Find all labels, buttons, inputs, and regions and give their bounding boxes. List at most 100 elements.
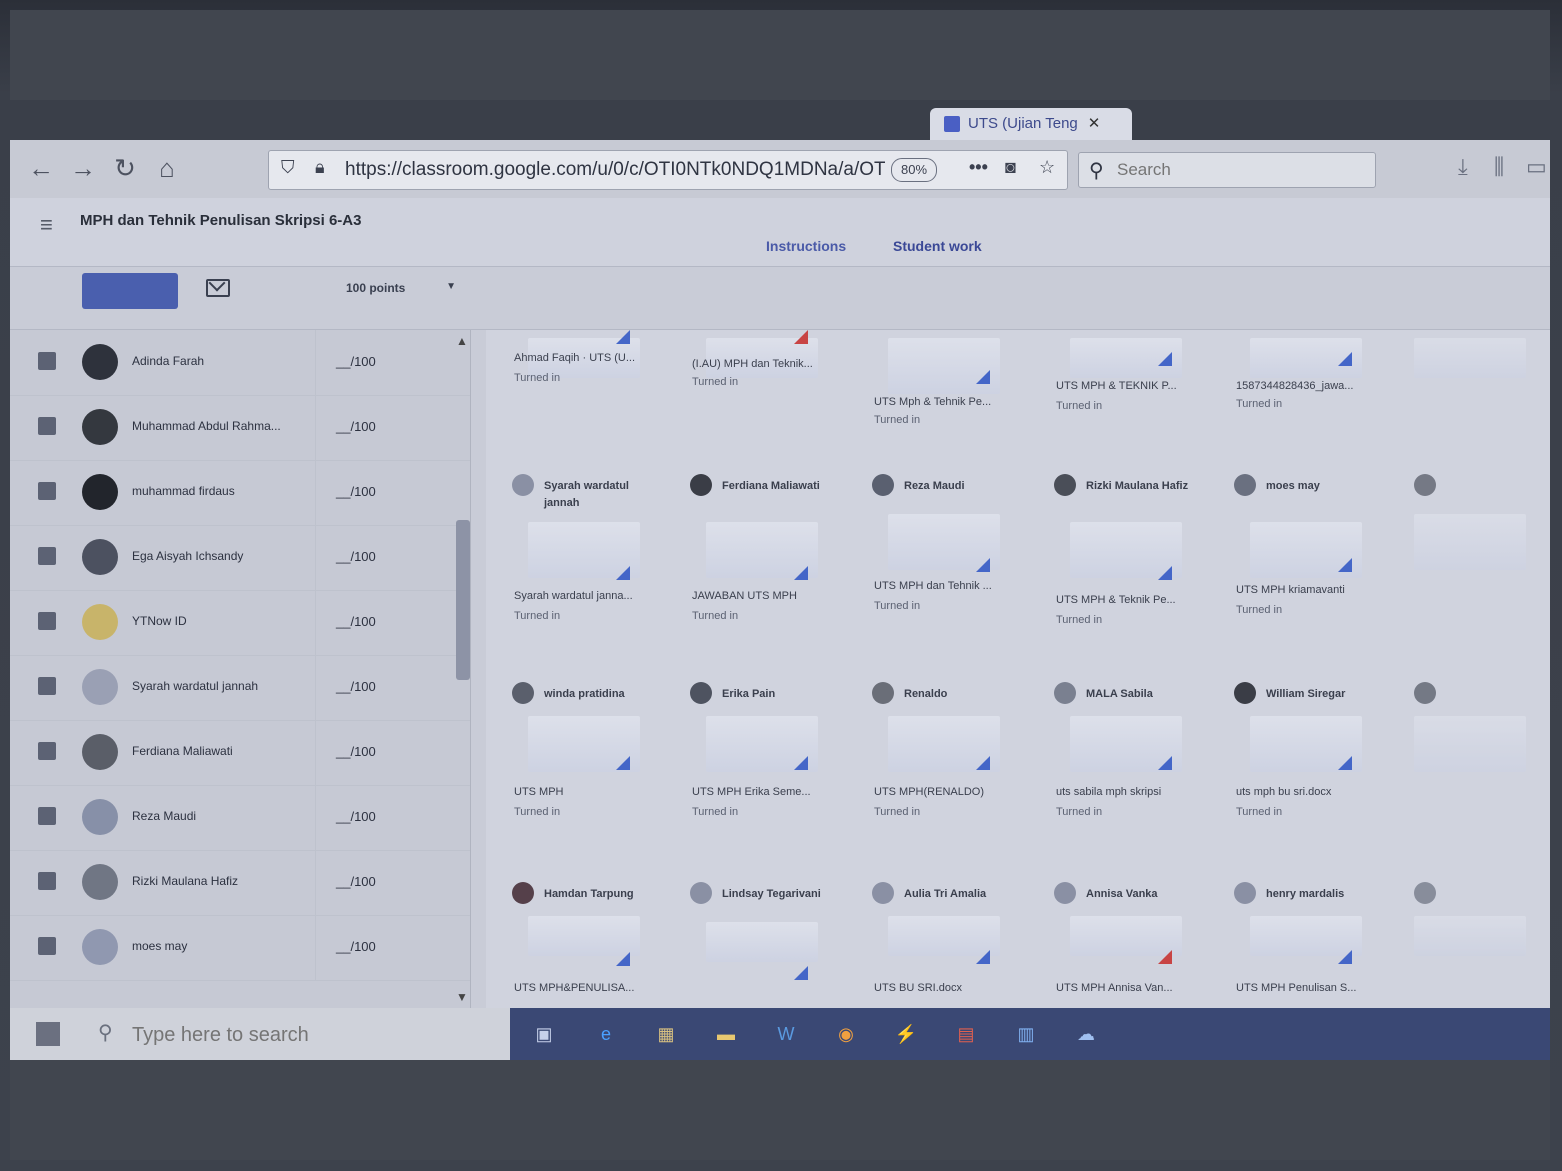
home-icon[interactable]: ⌂ — [150, 152, 184, 186]
reload-icon[interactable]: ↻ — [108, 152, 142, 186]
student-checkbox[interactable] — [38, 352, 56, 370]
file-name[interactable]: UTS MPH Erika Seme... — [692, 786, 840, 798]
file-name[interactable]: 1587344828436_jawa... — [1236, 380, 1384, 392]
student-row[interactable]: Adinda Farah __/100 — [10, 330, 470, 396]
taskbar-search-input[interactable] — [130, 1020, 494, 1050]
file-thumbnail[interactable] — [1414, 514, 1526, 570]
page-actions-icon[interactable]: ••• — [969, 157, 988, 178]
grade-value[interactable]: __/100 — [336, 419, 376, 434]
file-thumbnail[interactable] — [888, 338, 1000, 394]
grade-cell[interactable]: __/100 — [315, 460, 456, 525]
edge-browser-icon[interactable]: e — [592, 1020, 620, 1048]
file-name[interactable]: UTS MPH & TEKNIK P... — [1056, 380, 1204, 392]
file-name[interactable]: uts mph bu sri.docx — [1236, 786, 1384, 798]
student-checkbox[interactable] — [38, 482, 56, 500]
menu-icon[interactable]: ≡ — [40, 212, 53, 238]
file-name[interactable]: UTS MPH Annisa Van... — [1056, 982, 1204, 994]
grade-cell[interactable]: __/100 — [315, 590, 456, 655]
browser-tab[interactable] — [1120, 108, 1368, 140]
file-name[interactable]: UTS MPH(RENALDO) — [874, 786, 1022, 798]
submission-card[interactable]: Renaldo UTS MPH(RENALDO) Turned in — [860, 670, 1028, 852]
pdf-reader-icon[interactable]: ▤ — [952, 1020, 980, 1048]
download-icon[interactable]: ⤓ — [1458, 154, 1468, 180]
student-checkbox[interactable] — [38, 937, 56, 955]
roster-scrollbar[interactable]: ▲ ▼ — [454, 330, 470, 1008]
sidebar-icon[interactable]: ▭ — [1526, 154, 1547, 180]
submission-card[interactable]: MALA Sabila uts sabila mph skripsi Turne… — [1042, 670, 1210, 852]
file-thumbnail[interactable] — [706, 922, 818, 962]
grade-cell[interactable]: __/100 — [315, 330, 456, 395]
submission-card[interactable]: Erika Pain UTS MPH Erika Seme... Turned … — [678, 670, 846, 852]
student-row[interactable]: Syarah wardatul jannah __/100 — [10, 655, 470, 721]
browser-tab-active[interactable]: UTS (Ujian Teng ✕ — [930, 108, 1132, 140]
firefox-icon[interactable]: ◉ — [832, 1020, 860, 1048]
file-explorer-icon[interactable]: ▬ — [712, 1020, 740, 1048]
submission-card[interactable]: Ferdiana Maliawati JAWABAN UTS MPH Turne… — [678, 462, 846, 644]
store-icon[interactable]: ▦ — [652, 1020, 680, 1048]
student-row[interactable]: Rizki Maulana Hafiz __/100 — [10, 850, 470, 916]
student-checkbox[interactable] — [38, 742, 56, 760]
file-name[interactable]: UTS MPH — [514, 786, 662, 798]
student-row[interactable]: Reza Maudi __/100 — [10, 785, 470, 851]
grade-value[interactable]: __/100 — [336, 354, 376, 369]
app-icon[interactable]: ⚡ — [892, 1020, 920, 1048]
file-name[interactable]: UTS Mph & Tehnik Pe... — [874, 396, 1022, 408]
submission-card[interactable] — [1402, 670, 1550, 852]
grade-value[interactable]: __/100 — [336, 744, 376, 759]
file-thumbnail[interactable] — [528, 916, 640, 956]
grade-value[interactable]: __/100 — [336, 484, 376, 499]
cloud-icon[interactable]: ☁ — [1072, 1020, 1100, 1048]
submission-card[interactable] — [1402, 462, 1550, 644]
notes-icon[interactable]: ▥ — [1012, 1020, 1040, 1048]
student-row[interactable]: YTNow ID __/100 — [10, 590, 470, 656]
taskbar-search-area[interactable]: ⚲ — [10, 1008, 510, 1060]
address-bar[interactable]: ⛉ 🔒︎ https://classroom.google.com/u/0/c/… — [268, 150, 1068, 190]
file-name[interactable]: JAWABAN UTS MPH — [692, 590, 840, 602]
file-thumbnail[interactable] — [1414, 338, 1526, 378]
submission-card[interactable]: Syarah wardatul jannah Syarah wardatul j… — [500, 462, 668, 644]
browser-tab[interactable] — [420, 108, 548, 140]
grade-value[interactable]: __/100 — [336, 939, 376, 954]
shield-icon[interactable]: ⛉ — [281, 157, 295, 178]
grade-cell[interactable]: __/100 — [315, 395, 456, 460]
chevron-down-icon[interactable]: ▼ — [456, 990, 468, 1004]
student-row[interactable]: Ferdiana Maliawati __/100 — [10, 720, 470, 786]
forward-arrow-icon[interactable]: → — [66, 152, 100, 186]
grade-cell[interactable]: __/100 — [315, 720, 456, 785]
browser-tab[interactable] — [570, 108, 738, 140]
return-button[interactable] — [82, 273, 178, 309]
grade-cell[interactable]: __/100 — [315, 915, 456, 980]
file-name[interactable]: uts sabila mph skripsi — [1056, 786, 1204, 798]
grade-value[interactable]: __/100 — [336, 874, 376, 889]
pocket-icon[interactable]: ◙ — [1005, 157, 1016, 178]
file-name[interactable]: UTS MPH dan Tehnik ... — [874, 580, 1022, 592]
grade-value[interactable]: __/100 — [336, 549, 376, 564]
email-icon[interactable] — [206, 279, 230, 297]
grade-value[interactable]: __/100 — [336, 679, 376, 694]
submission-card[interactable]: Reza Maudi UTS MPH dan Tehnik ... Turned… — [860, 462, 1028, 644]
submission-card[interactable]: moes may UTS MPH kriamavanti Turned in — [1222, 462, 1390, 644]
close-tab-icon[interactable]: ✕ — [1088, 115, 1101, 132]
student-checkbox[interactable] — [38, 547, 56, 565]
file-name[interactable]: UTS MPH kriamavanti — [1236, 584, 1384, 596]
tab-student-work[interactable]: Student work — [893, 238, 982, 254]
file-name[interactable]: (I.AU) MPH dan Teknik... — [692, 358, 840, 370]
task-view-icon[interactable]: ▣ — [530, 1020, 558, 1048]
student-checkbox[interactable] — [38, 807, 56, 825]
student-checkbox[interactable] — [38, 677, 56, 695]
points-select[interactable]: 100 points ▼ — [346, 281, 456, 295]
student-checkbox[interactable] — [38, 612, 56, 630]
file-name[interactable]: UTS MPH&PENULISA... — [514, 982, 662, 994]
student-checkbox[interactable] — [38, 417, 56, 435]
grade-value[interactable]: __/100 — [336, 809, 376, 824]
file-name[interactable]: Ahmad Faqih · UTS (U... — [514, 352, 662, 364]
browser-search-input[interactable] — [1115, 157, 1359, 183]
submission-card[interactable]: William Siregar uts mph bu sri.docx Turn… — [1222, 670, 1390, 852]
windows-start-icon[interactable] — [36, 1022, 60, 1046]
url-text[interactable]: https://classroom.google.com/u/0/c/OTI0N… — [345, 159, 885, 181]
chevron-up-icon[interactable]: ▲ — [456, 334, 468, 348]
file-thumbnail[interactable] — [1414, 916, 1526, 956]
file-thumbnail[interactable] — [1414, 716, 1526, 772]
browser-tab[interactable] — [760, 108, 908, 140]
file-name[interactable]: UTS MPH & Teknik Pe... — [1056, 594, 1204, 606]
